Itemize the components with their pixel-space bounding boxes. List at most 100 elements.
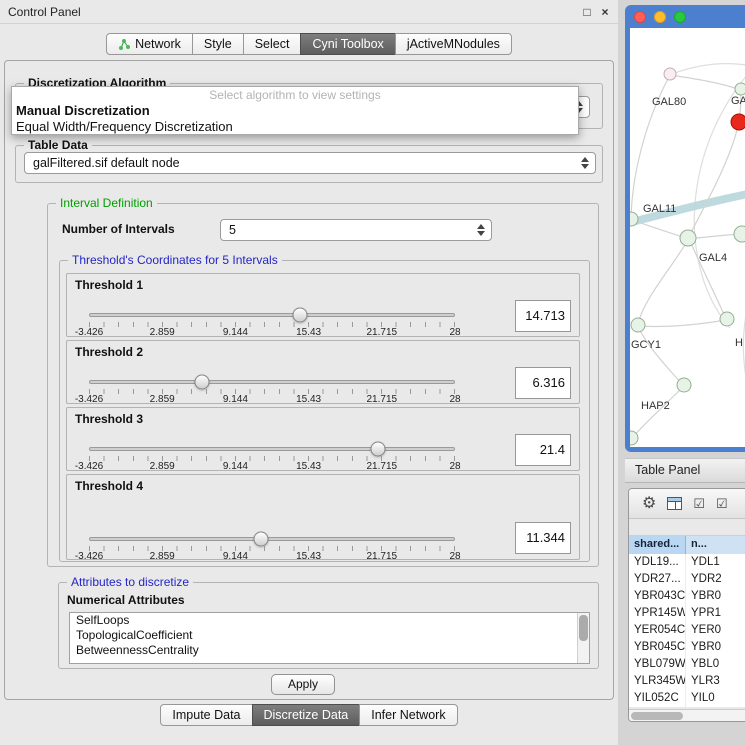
network-node[interactable] — [720, 312, 734, 326]
tab-impute-data[interactable]: Impute Data — [160, 704, 252, 726]
scrollbar-thumb[interactable] — [579, 615, 588, 641]
threshold-4-value-field[interactable]: 11.344 — [515, 522, 571, 554]
network-canvas[interactable]: GAL80 GA GAL11 GAL4 GCY1 H HAP2 — [630, 28, 745, 447]
network-node-selected[interactable] — [731, 114, 745, 130]
network-graph: GAL80 GA GAL11 GAL4 GCY1 H HAP2 — [630, 28, 745, 447]
select-none-icon[interactable]: ☑ — [716, 497, 728, 510]
network-node[interactable] — [680, 230, 696, 246]
threshold-3-value-field[interactable]: 21.4 — [515, 434, 571, 466]
table-row[interactable]: YDL19...YDL1 — [629, 554, 745, 571]
table-row[interactable]: YDR27...YDR2 — [629, 571, 745, 588]
tick-label: 9.144 — [223, 461, 248, 472]
node-label: GA — [731, 95, 745, 107]
tick-label: -3.426 — [75, 327, 103, 338]
table-horizontal-scrollbar[interactable] — [629, 709, 745, 721]
number-of-intervals-label: Number of Intervals — [62, 222, 175, 236]
threshold-2-value-field[interactable]: 6.316 — [515, 367, 571, 399]
table-row[interactable]: YIL052CYIL0 — [629, 690, 745, 707]
scrollbar-thumb[interactable] — [631, 712, 683, 720]
number-of-intervals-combo[interactable]: 5 — [220, 219, 492, 241]
slider-thumb[interactable] — [293, 308, 308, 323]
float-window-icon[interactable]: □ — [580, 5, 594, 19]
tick-label: 2.859 — [150, 394, 175, 405]
screen: Control Panel □ × Network Style Se — [0, 0, 745, 745]
tab-discretize-data[interactable]: Discretize Data — [252, 704, 361, 726]
table-cell: YBR0 — [686, 588, 745, 605]
minimize-window-icon[interactable] — [654, 11, 666, 23]
close-icon[interactable]: × — [598, 5, 612, 19]
numerical-attributes-list[interactable]: SelfLoopsTopologicalCoefficientBetweenne… — [69, 612, 590, 664]
tick-label: 15.43 — [296, 461, 321, 472]
close-window-icon[interactable] — [634, 11, 646, 23]
table-row[interactable]: YLR345WYLR3 — [629, 673, 745, 690]
network-edge[interactable] — [672, 64, 745, 83]
slider-track[interactable] — [89, 537, 455, 541]
threshold-2-slider[interactable] — [89, 375, 455, 390]
network-edge[interactable] — [638, 327, 682, 384]
network-edge[interactable] — [670, 75, 740, 90]
window-traffic-lights — [634, 11, 686, 23]
slider-thumb[interactable] — [254, 532, 269, 547]
table-panel-header[interactable]: Table Panel — [625, 458, 745, 483]
threshold-4-slider[interactable] — [89, 532, 455, 547]
attribute-item[interactable]: SelfLoops — [70, 613, 589, 628]
network-edge[interactable] — [632, 220, 686, 238]
combo-stepper-icon — [581, 157, 589, 169]
tab-select[interactable]: Select — [243, 33, 302, 55]
algorithm-option-manual[interactable]: Manual Discretization — [12, 103, 578, 119]
select-all-icon[interactable]: ☑ — [693, 497, 705, 510]
attribute-item[interactable]: TopologicalCoefficient — [70, 628, 589, 643]
network-edge[interactable] — [688, 126, 738, 238]
tab-select-label: Select — [255, 34, 290, 54]
tick-label: 2.859 — [150, 327, 175, 338]
zoom-window-icon[interactable] — [674, 11, 686, 23]
interval-definition-title: Interval Definition — [56, 196, 157, 210]
slider-thumb[interactable] — [371, 442, 386, 457]
threshold-1-label: Threshold 1 — [75, 278, 143, 292]
algorithm-option-equal-width[interactable]: Equal Width/Frequency Discretization — [12, 119, 578, 135]
table-row[interactable]: YBR045CYBR0 — [629, 639, 745, 656]
network-view-window[interactable]: GAL80 GA GAL11 GAL4 GCY1 H HAP2 — [625, 5, 745, 452]
table-data-combo[interactable]: galFiltered.sif default node — [24, 152, 596, 174]
table-row[interactable]: YPR145WYPR1 — [629, 605, 745, 622]
network-node[interactable] — [677, 378, 691, 392]
attributes-scrollbar[interactable] — [577, 613, 589, 663]
network-edge[interactable] — [638, 320, 726, 327]
slider-track[interactable] — [89, 380, 455, 384]
attribute-item[interactable]: BetweennessCentrality — [70, 643, 589, 658]
network-edge[interactable] — [638, 240, 688, 323]
node-label: GCY1 — [631, 339, 661, 351]
slider-thumb[interactable] — [195, 375, 210, 390]
threshold-1-slider[interactable] — [89, 308, 455, 323]
column-header-name[interactable]: n... — [686, 536, 745, 554]
table-row[interactable]: YER054CYER0 — [629, 622, 745, 639]
tab-network[interactable]: Network — [106, 33, 193, 55]
columns-icon[interactable] — [667, 497, 682, 510]
table-row[interactable]: YBR043CYBR0 — [629, 588, 745, 605]
table-row[interactable]: YBL079WYBL0 — [629, 656, 745, 673]
tick-label: 15.43 — [296, 394, 321, 405]
tab-infer-network[interactable]: Infer Network — [359, 704, 457, 726]
number-of-intervals-value: 5 — [229, 223, 236, 237]
interval-definition-group: Interval Definition Number of Intervals … — [47, 203, 599, 567]
network-node[interactable] — [735, 83, 745, 95]
threshold-3-slider[interactable] — [89, 442, 455, 457]
threshold-2-panel: Threshold 2 -3.4262.8599.14415.4321.7152… — [66, 340, 580, 404]
network-node[interactable] — [631, 318, 645, 332]
attributes-group: Attributes to discretize Numerical Attri… — [58, 582, 599, 669]
slider-track[interactable] — [89, 313, 455, 317]
slider-tick-labels: -3.4262.8599.14415.4321.71528 — [89, 461, 455, 473]
network-node[interactable] — [734, 226, 745, 242]
tab-cyni-toolbox[interactable]: Cyni Toolbox — [300, 33, 395, 55]
tab-jactivemnodules[interactable]: jActiveMNodules — [395, 33, 512, 55]
apply-button[interactable]: Apply — [271, 674, 335, 695]
gear-icon[interactable]: ⚙ — [642, 496, 656, 512]
tick-label: 28 — [449, 461, 460, 472]
tab-style[interactable]: Style — [192, 33, 244, 55]
network-node[interactable] — [664, 68, 676, 80]
table-cell: YBR045C — [629, 639, 686, 656]
threshold-1-value-field[interactable]: 14.713 — [515, 300, 571, 332]
column-header-shared-name[interactable]: shared... — [629, 536, 686, 554]
table-header-row: shared... n... — [629, 536, 745, 554]
slider-track[interactable] — [89, 447, 455, 451]
